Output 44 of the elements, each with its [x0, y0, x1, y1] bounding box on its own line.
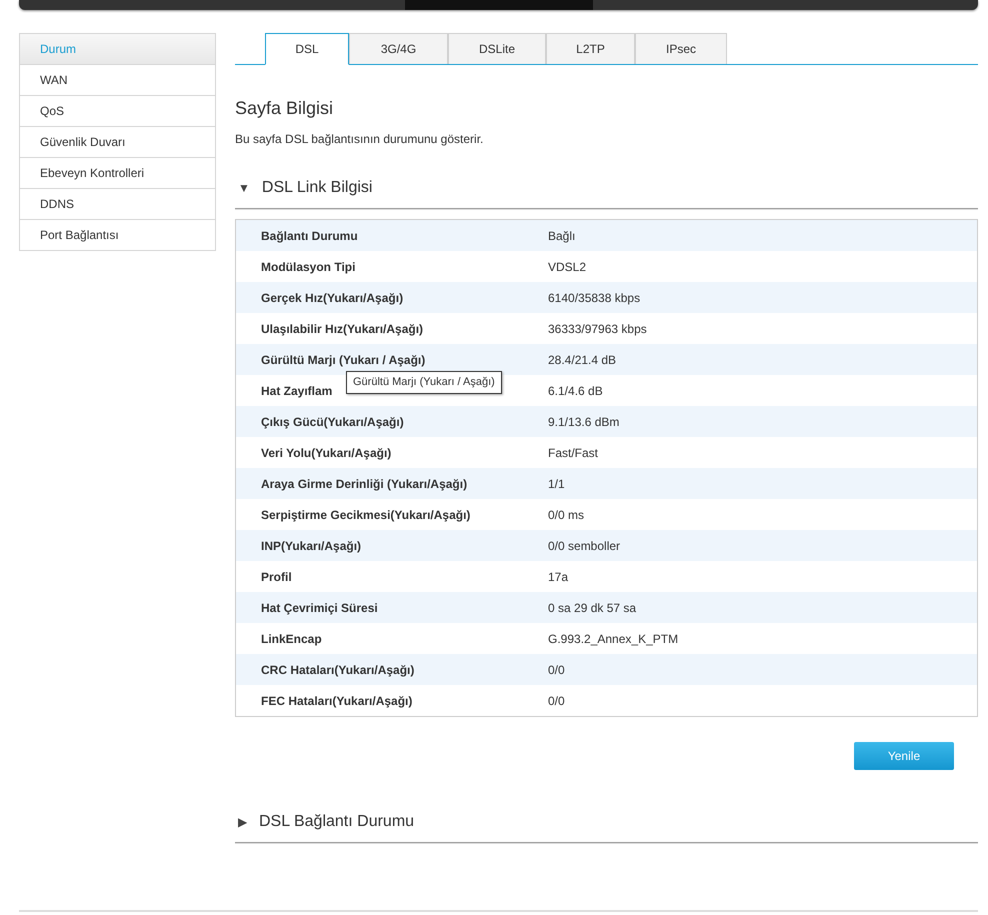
section-title: DSL Link Bilgisi	[262, 178, 372, 198]
tab[interactable]: 3G/4G	[349, 33, 448, 64]
section-toggle[interactable]: ▶	[238, 813, 247, 831]
tab[interactable]: L2TP	[546, 33, 635, 64]
row-value: 1/1	[548, 476, 565, 492]
row-value: 0/0	[548, 662, 565, 678]
row-value: 17a	[548, 568, 568, 586]
row-label: Gürültü Marjı (Yukarı / Aşağı)	[261, 352, 426, 366]
section-toggle[interactable]: ▼	[238, 179, 250, 197]
row-label: Serpiştirme Gecikmesi(Yukarı/Aşağı)	[261, 508, 470, 522]
row-value: 28.4/21.4 dB	[548, 352, 616, 368]
row-label: FEC Hataları(Yukarı/Aşağı)	[261, 694, 412, 708]
tooltip: Gürültü Marjı (Yukarı / Aşağı)	[346, 371, 502, 394]
row-value: 0/0	[548, 692, 565, 710]
row-label: Modülasyon Tipi	[261, 260, 356, 274]
row-value: 36333/97963 kbps	[548, 320, 647, 338]
tab[interactable]: DSL	[265, 33, 349, 65]
row-value: 6.1/4.6 dB	[548, 382, 603, 400]
row-label: Veri Yolu(Yukarı/Aşağı)	[261, 446, 392, 460]
section-title: DSL Bağlantı Durumu	[259, 812, 414, 832]
row-value: 6140/35838 kbps	[548, 290, 640, 306]
page-description: Bu sayfa DSL bağlantısının durumunu gösterir.	[235, 131, 484, 148]
row-label: Ulaşılabilir Hız(Yukarı/Aşağı)	[261, 322, 424, 336]
tab[interactable]: IPsec	[635, 33, 727, 64]
row-label: CRC Hataları(Yukarı/Aşağı)	[261, 662, 414, 676]
row-value: 0 sa 29 dk 57 sa	[548, 600, 636, 616]
row-label: Araya Girme Derinliği (Yukarı/Aşağı)	[261, 476, 468, 490]
page-title: Sayfa Bilgisi	[235, 97, 334, 120]
row-value: Bağlı	[548, 228, 576, 244]
row-value: G.993.2_Annex_K_PTM	[548, 630, 678, 648]
row-value: Fast/Fast	[548, 444, 598, 462]
tab[interactable]: DSLite	[448, 33, 546, 64]
row-value: 0/0 ms	[548, 506, 584, 524]
row-value: 0/0 semboller	[548, 538, 620, 554]
row-label: Gerçek Hız(Yukarı/Aşağı)	[261, 290, 404, 304]
row-label: Çıkış Gücü(Yukarı/Aşağı)	[261, 414, 404, 428]
row-label: Bağlantı Durumu	[261, 228, 358, 242]
row-value: 9.1/13.6 dBm	[548, 414, 620, 430]
row-label: INP(Yukarı/Aşağı)	[261, 538, 362, 552]
row-value: VDSL2	[548, 258, 586, 276]
row-label: LinkEncap	[261, 632, 322, 646]
row-label: Hat Çevrimiçi Süresi	[261, 600, 378, 614]
row-label: Profil	[261, 570, 292, 584]
row-label: Hat Zayıflam	[261, 384, 332, 398]
